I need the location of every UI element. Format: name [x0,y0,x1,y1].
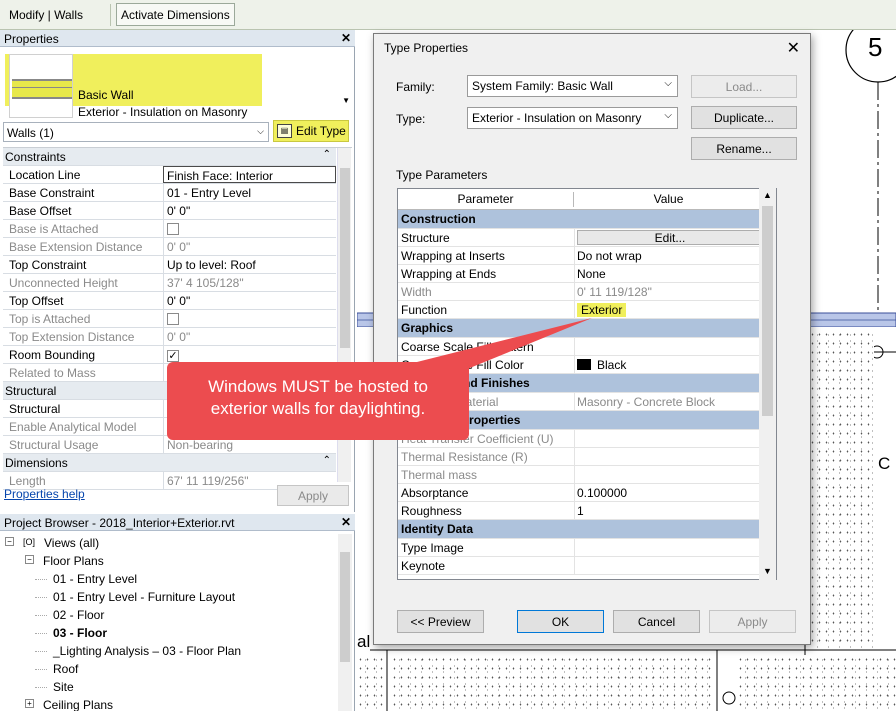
callout-arrow [405,318,592,372]
annotation-callout: Windows MUST be hosted to exterior walls… [167,362,469,440]
callout-line-1: Windows MUST be hosted to [208,377,428,396]
callout-line-2: exterior walls for daylighting. [210,399,426,418]
